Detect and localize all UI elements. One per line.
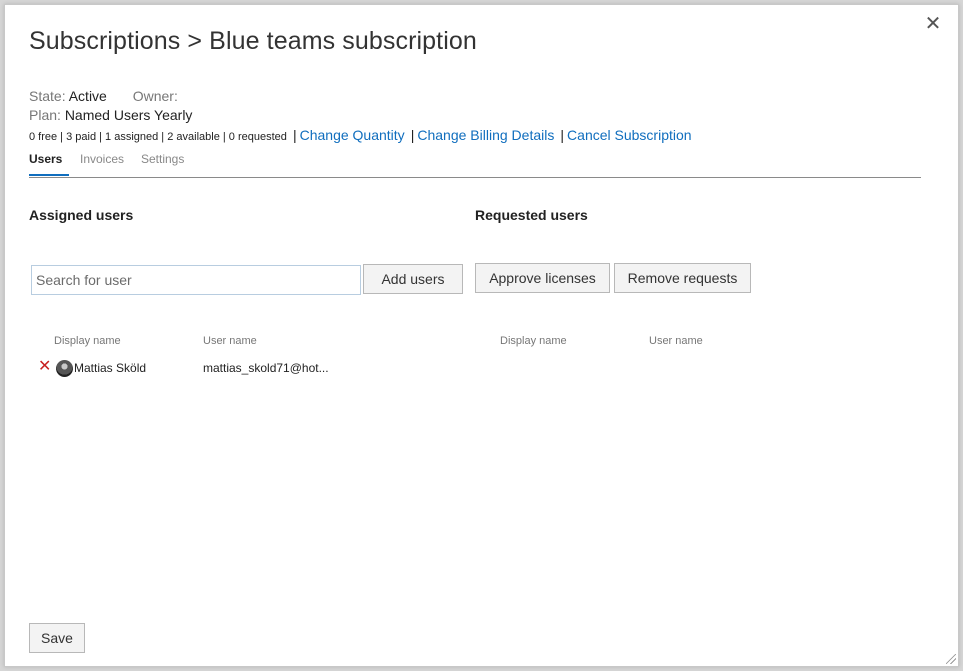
cancel-subscription-link[interactable]: Cancel Subscription (567, 127, 692, 143)
tab-invoices[interactable]: Invoices (80, 152, 124, 176)
remove-requests-button[interactable]: Remove requests (614, 263, 751, 293)
state-label: State: (29, 88, 66, 104)
separator: | (560, 127, 565, 143)
tab-users[interactable]: Users (29, 152, 69, 176)
tab-bar: Users Invoices Settings (29, 152, 921, 178)
save-button[interactable]: Save (29, 623, 85, 653)
requested-col-user-name: User name (649, 335, 703, 347)
plan-label: Plan: (29, 107, 61, 123)
subscription-dialog: ✕ Subscriptions > Blue teams subscriptio… (4, 4, 959, 667)
separator: | (292, 127, 297, 143)
row-display-name: Mattias Sköld (74, 361, 147, 375)
resize-grip-icon[interactable] (946, 654, 956, 664)
owner-label: Owner: (132, 88, 178, 104)
plan-row: Plan: Named Users Yearly (29, 107, 192, 123)
requested-users-heading: Requested users (475, 207, 588, 223)
approve-licenses-button[interactable]: Approve licenses (475, 263, 610, 293)
state-row: State: Active Owner: (29, 88, 178, 104)
state-value: Active (68, 88, 107, 104)
requested-col-display-name: Display name (500, 335, 567, 347)
change-billing-link[interactable]: Change Billing Details (417, 127, 554, 143)
assigned-col-display-name: Display name (54, 335, 121, 347)
add-users-button[interactable]: Add users (363, 264, 463, 294)
tab-settings[interactable]: Settings (141, 152, 184, 176)
row-user-name: mattias_skold71@hot... (203, 361, 329, 375)
plan-value: Named Users Yearly (64, 107, 193, 123)
user-avatar (56, 360, 73, 377)
search-user-input[interactable] (31, 265, 361, 295)
license-counts: 0 free | 3 paid | 1 assigned | 2 availab… (29, 131, 287, 143)
close-icon[interactable]: ✕ (922, 13, 944, 35)
separator: | (410, 127, 415, 143)
change-quantity-link[interactable]: Change Quantity (300, 127, 405, 143)
assigned-col-user-name: User name (203, 335, 257, 347)
remove-icon[interactable]: ✕ (38, 359, 52, 375)
assigned-users-heading: Assigned users (29, 207, 134, 223)
license-counts-row: 0 free | 3 paid | 1 assigned | 2 availab… (29, 127, 692, 143)
page-title: Subscriptions > Blue teams subscription (29, 27, 477, 55)
